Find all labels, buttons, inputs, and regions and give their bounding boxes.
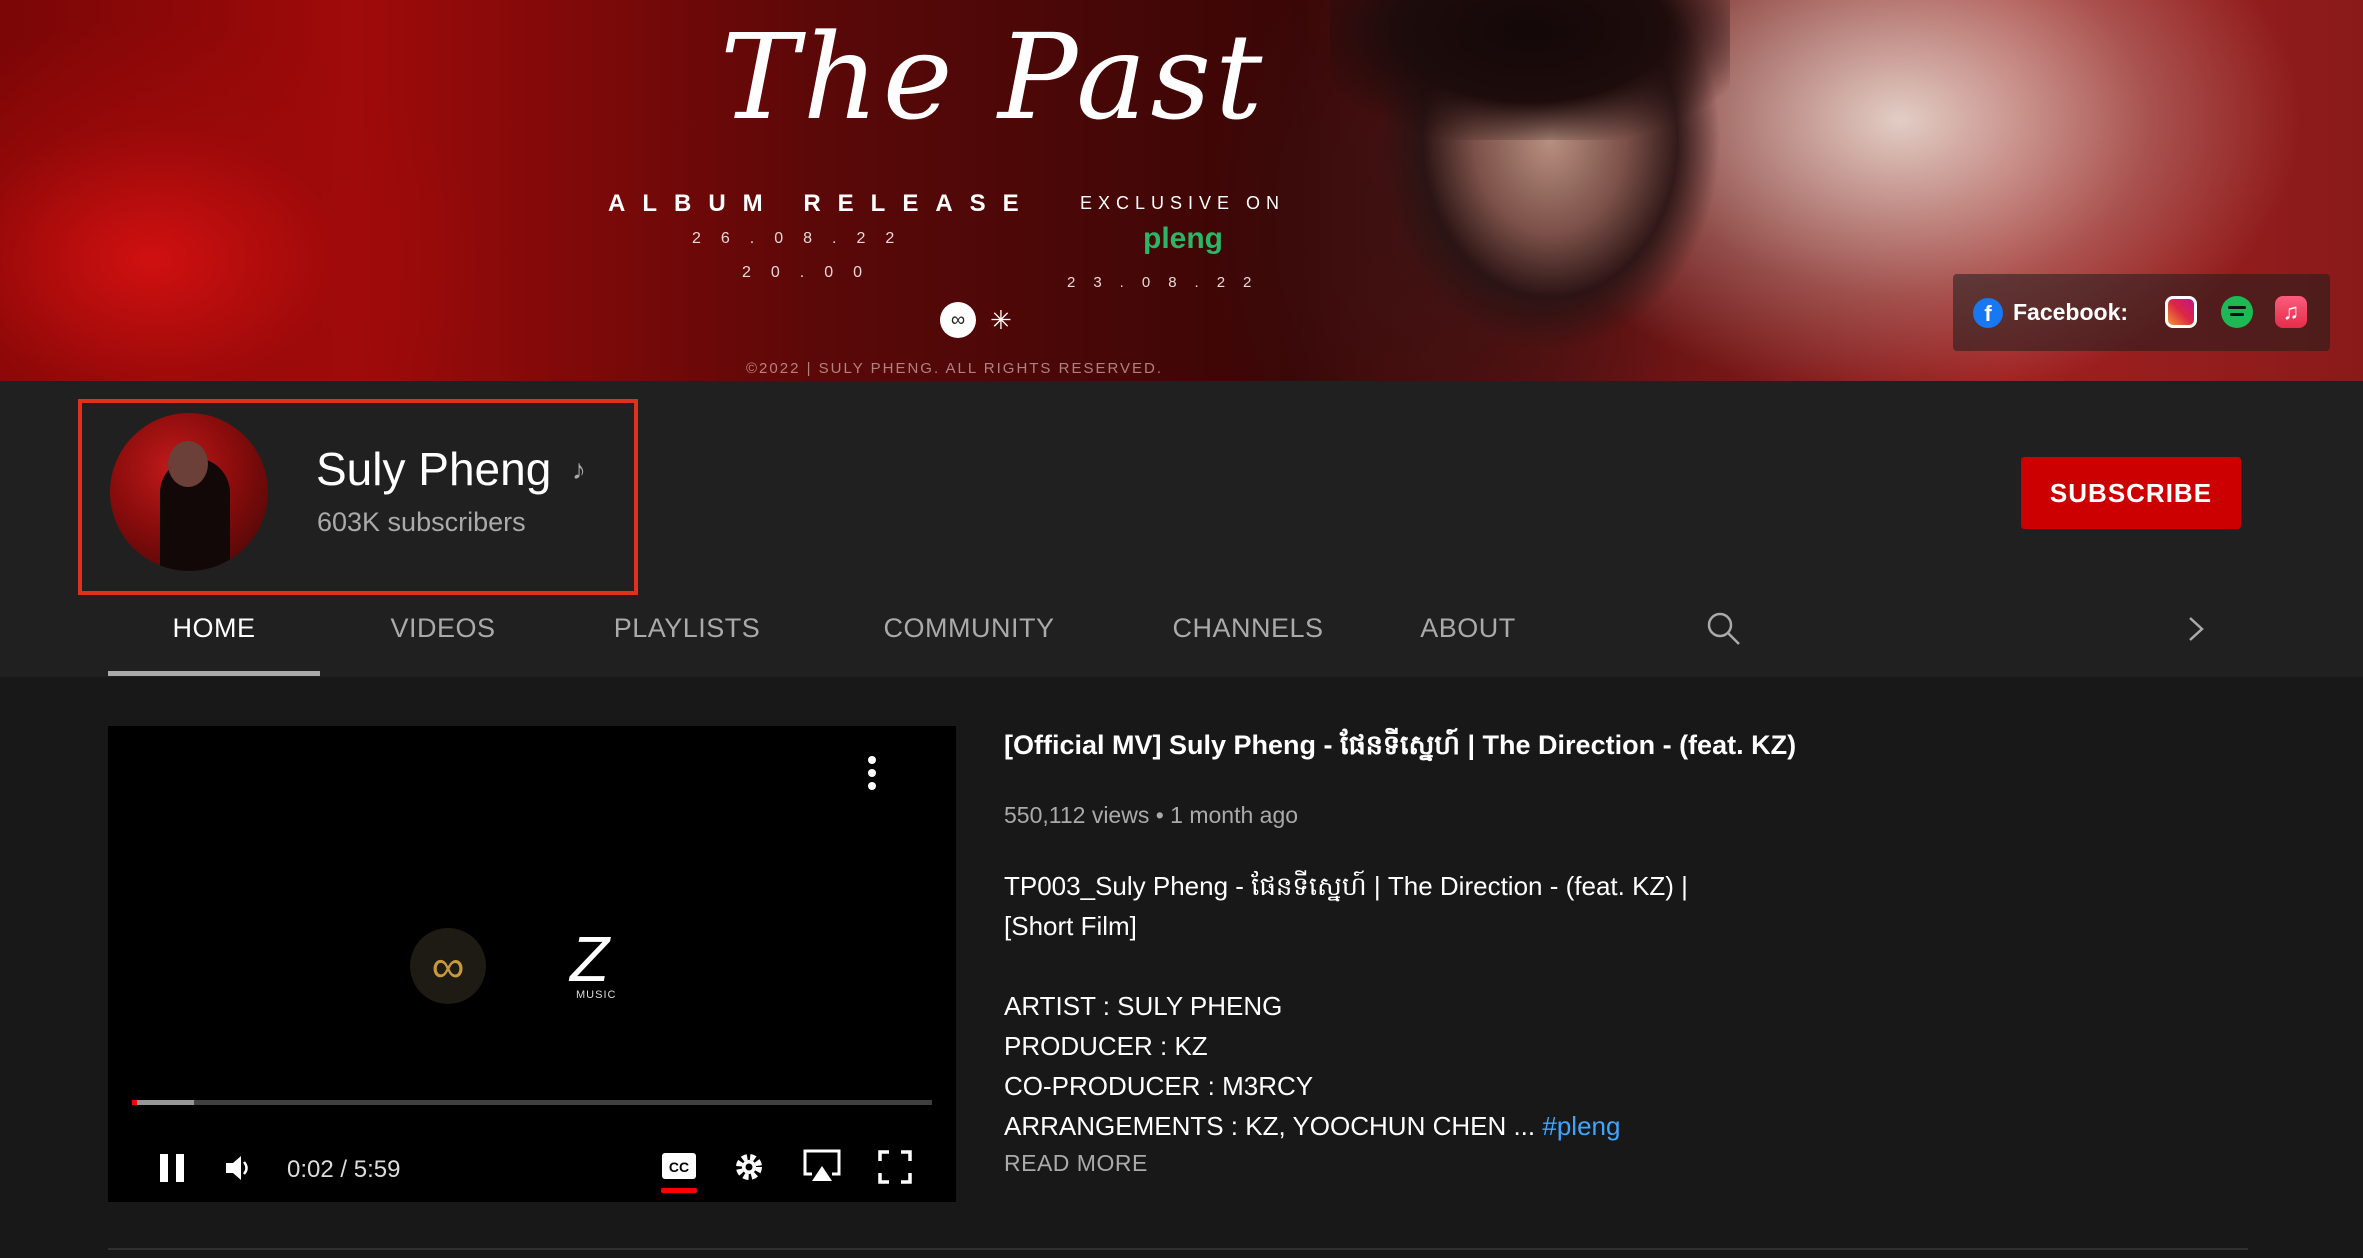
settings-gear-icon[interactable] (732, 1150, 766, 1184)
label-logo-icon: ∞ (940, 302, 976, 338)
video-player[interactable]: ∞ Z MUSIC 0:02 / 5:59 CC (108, 726, 956, 1202)
video-logo-caption: MUSIC (576, 989, 617, 1001)
description-line-last: ARRANGEMENTS : KZ, YOOCHUN CHEN ... #ple… (1004, 1106, 1764, 1146)
description-line: PRODUCER : KZ (1004, 1031, 1208, 1061)
subscribe-button[interactable]: SUBSCRIBE (2021, 457, 2241, 529)
svg-text:CC: CC (669, 1159, 689, 1175)
section-divider (108, 1248, 2248, 1250)
time-display: 0:02 / 5:59 (287, 1156, 401, 1183)
instagram-icon[interactable] (2165, 296, 2197, 328)
banner-copyright: ©2022 | SULY PHENG. ALL RIGHTS RESERVED. (746, 360, 1164, 377)
banner-title: The Past (720, 8, 1267, 146)
airplay-icon[interactable] (802, 1148, 842, 1184)
banner-pleng-logo: pleng (1143, 222, 1223, 255)
progress-played (132, 1100, 137, 1105)
read-more-button[interactable]: READ MORE (1004, 1150, 1148, 1177)
hashtag-link[interactable]: #pleng (1542, 1111, 1620, 1141)
highlight-annotation-box (78, 399, 638, 595)
spotify-icon[interactable] (2221, 296, 2253, 328)
apple-music-icon[interactable]: ♫ (2275, 296, 2307, 328)
video-description: TP003_Suly Pheng - ផែនទីស្នេហ៍ | The Dir… (1004, 866, 1764, 1146)
pause-icon[interactable] (154, 1150, 190, 1186)
banner-social-links: f Facebook: ♫ (1953, 274, 2330, 351)
video-label-logo-icon: ∞ (410, 928, 486, 1004)
tab-videos[interactable]: VIDEOS (343, 598, 543, 676)
captions-icon[interactable]: CC (661, 1150, 697, 1182)
banner-album-time: 20.00 (742, 264, 883, 281)
banner-exclusive-date: 23.08.22 (1067, 274, 1270, 291)
tab-home[interactable]: HOME (108, 598, 320, 676)
banner-label-logos: ∞ ✳ (940, 302, 1012, 338)
description-line: TP003_Suly Pheng - ផែនទីស្នេហ៍ | The Dir… (1004, 871, 1688, 901)
video-kz-logo-icon: Z (570, 923, 610, 995)
chevron-right-icon[interactable] (2180, 612, 2210, 646)
tab-playlists[interactable]: PLAYLISTS (576, 598, 798, 676)
search-icon[interactable] (1705, 610, 1741, 646)
progress-buffered (132, 1100, 195, 1105)
video-meta: 550,112 views • 1 month ago (1004, 802, 1299, 828)
progress-bar[interactable] (132, 1100, 932, 1105)
player-controls: 0:02 / 5:59 CC (108, 1144, 956, 1194)
captions-active-indicator (661, 1188, 697, 1193)
tab-channels[interactable]: CHANNELS (1148, 598, 1348, 676)
description-line (1004, 946, 1764, 986)
description-line: CO-PRODUCER : M3RCY (1004, 1071, 1314, 1101)
video-title[interactable]: [Official MV] Suly Pheng - ផែនទីស្នេហ៍ |… (1004, 729, 1796, 768)
facebook-icon[interactable]: f (1973, 297, 2003, 328)
description-line: ARTIST : SULY PHENG (1004, 991, 1283, 1021)
volume-icon[interactable] (222, 1152, 254, 1184)
fullscreen-icon[interactable] (878, 1150, 912, 1184)
kz-logo-icon: ✳ (990, 304, 1012, 335)
description-line: [Short Film] (1004, 911, 1137, 941)
channel-banner: The Past ALBUM RELEASE 26.08.22 20.00 EX… (0, 0, 2363, 381)
banner-album-date: 26.08.22 (692, 230, 915, 247)
banner-portrait-hair (1330, 0, 1730, 140)
active-tab-indicator (108, 671, 320, 676)
description-line: ARRANGEMENTS : KZ, YOOCHUN CHEN ... (1004, 1111, 1536, 1141)
banner-album-release: ALBUM RELEASE (608, 190, 1036, 217)
tab-about[interactable]: ABOUT (1383, 598, 1553, 676)
facebook-link-label[interactable]: Facebook: (2013, 299, 2128, 326)
banner-exclusive-on: EXCLUSIVE ON (1080, 193, 1286, 213)
more-options-icon[interactable] (868, 756, 878, 792)
tab-community[interactable]: COMMUNITY (858, 598, 1080, 676)
